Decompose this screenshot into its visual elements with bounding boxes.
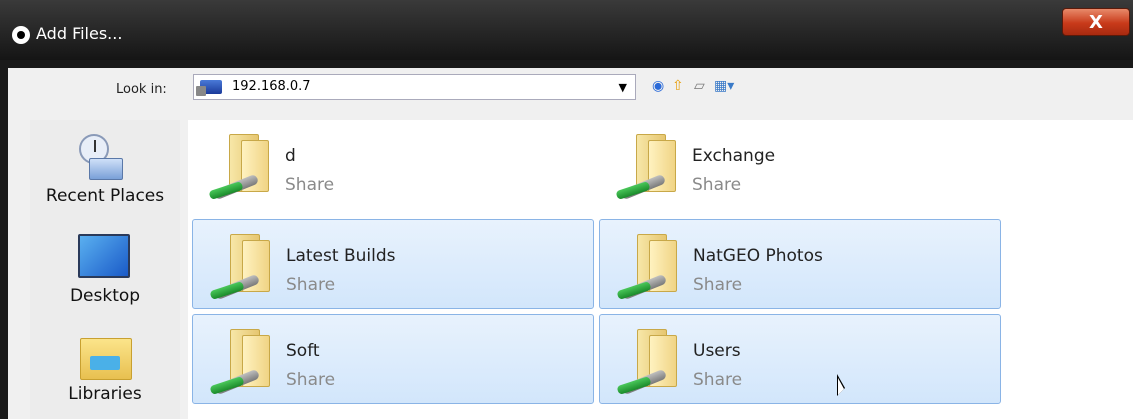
item-type: Share: [692, 175, 742, 195]
network-share-folder-icon: [207, 134, 277, 204]
app-logo-icon: [12, 26, 30, 44]
file-list: d Share Exchange Share Latest Builds Sha…: [188, 120, 1133, 419]
close-button[interactable]: X: [1062, 8, 1130, 36]
new-folder-icon[interactable]: ▱: [694, 76, 705, 96]
folder-item-d[interactable]: d Share: [192, 120, 594, 210]
back-icon[interactable]: ◉: [652, 76, 664, 96]
place-desktop[interactable]: Desktop: [30, 234, 180, 306]
place-label: Recent Places: [45, 186, 165, 206]
item-name: d: [285, 146, 296, 166]
view-menu-icon[interactable]: ▦▾: [714, 76, 734, 96]
network-share-folder-icon: [208, 234, 278, 304]
network-share-folder-icon: [614, 134, 684, 204]
item-type: Share: [286, 275, 336, 295]
folder-item-soft[interactable]: Soft Share: [192, 314, 594, 404]
desktop-icon: [78, 234, 130, 278]
network-share-folder-icon: [615, 234, 685, 304]
folder-item-users[interactable]: Users Share: [599, 314, 1001, 404]
folder-item-latest-builds[interactable]: Latest Builds Share: [192, 219, 594, 309]
add-files-dialog: Add Files... X Look in: 192.168.0.7 ▼ ◉ …: [0, 0, 1133, 419]
chevron-down-icon[interactable]: ▼: [619, 81, 627, 94]
up-folder-icon[interactable]: ⇧: [672, 76, 684, 96]
window-title: Add Files...: [36, 24, 123, 43]
place-recent-places[interactable]: Recent Places: [30, 134, 180, 206]
look-in-dropdown[interactable]: 192.168.0.7 ▼: [193, 74, 636, 100]
folder-item-natgeo-photos[interactable]: NatGEO Photos Share: [599, 219, 1001, 309]
folder-item-exchange[interactable]: Exchange Share: [599, 120, 1001, 210]
network-share-folder-icon: [208, 329, 278, 399]
dialog-body: Look in: 192.168.0.7 ▼ ◉ ⇧ ▱ ▦▾ Recent P…: [8, 68, 1133, 419]
item-type: Share: [693, 275, 743, 295]
item-name: Soft: [286, 341, 320, 361]
title-bar[interactable]: Add Files... X: [0, 0, 1133, 60]
item-type: Share: [285, 175, 335, 195]
network-computer-icon: [196, 80, 222, 96]
look-in-label: Look in:: [116, 82, 167, 97]
places-bar: Recent Places Desktop Libraries: [30, 120, 180, 419]
network-share-folder-icon: [615, 329, 685, 399]
item-name: NatGEO Photos: [693, 246, 823, 266]
item-name: Exchange: [692, 146, 776, 166]
item-type: Share: [286, 370, 336, 390]
item-name: Latest Builds: [286, 246, 396, 266]
place-libraries[interactable]: Libraries: [30, 334, 180, 404]
place-label: Libraries: [68, 384, 142, 404]
item-name: Users: [693, 341, 741, 361]
recent-places-icon: [75, 134, 123, 182]
libraries-icon: [80, 334, 132, 380]
look-in-value: 192.168.0.7: [232, 79, 311, 94]
item-type: Share: [693, 370, 743, 390]
place-label: Desktop: [69, 286, 141, 306]
